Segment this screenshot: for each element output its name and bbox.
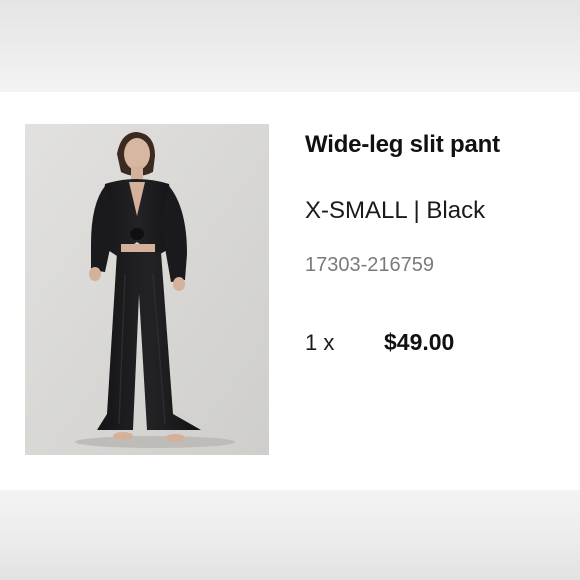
product-variant: X-SMALL | Black — [305, 197, 486, 224]
product-image[interactable] — [25, 124, 269, 455]
top-backdrop — [0, 0, 580, 92]
product-price: $49.00 — [384, 329, 455, 355]
product-quantity: 1 x — [305, 330, 335, 355]
bottom-backdrop — [0, 490, 580, 580]
product-card: Wide-leg slit pant X-SMALL | Black 17303… — [0, 92, 580, 490]
product-title[interactable]: Wide-leg slit pant — [305, 131, 500, 159]
product-sku: 17303-216759 — [305, 254, 435, 276]
